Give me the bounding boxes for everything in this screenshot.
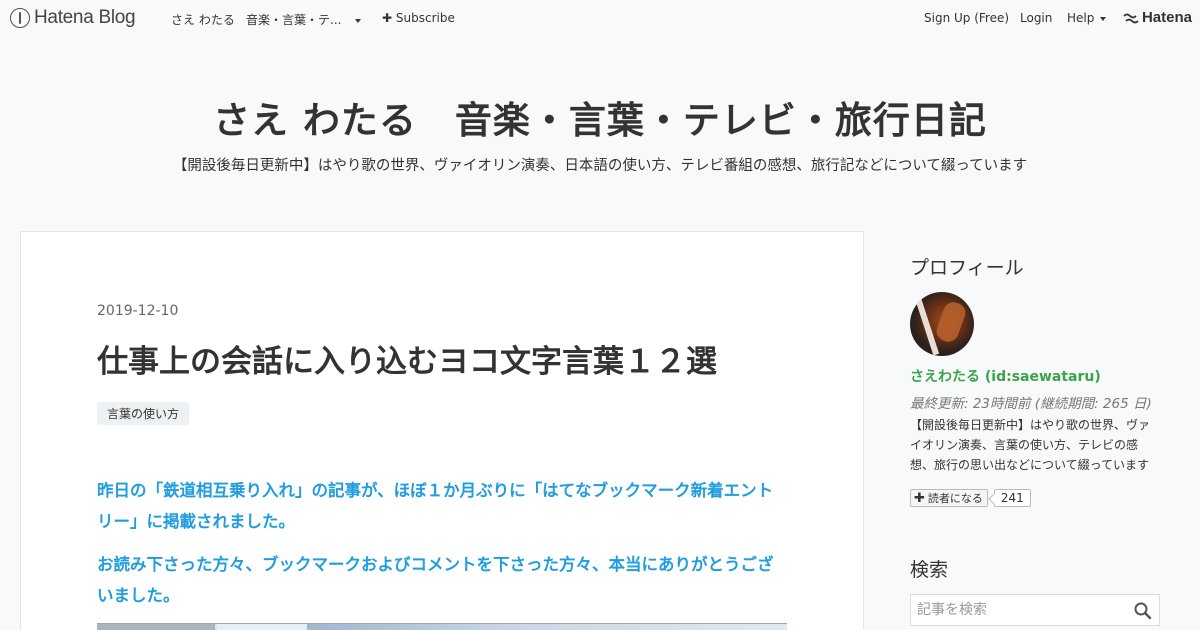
help-menu[interactable]: Help (1067, 11, 1107, 25)
hatena-blog-logo[interactable]: Hatena Blog (10, 7, 136, 29)
search-input[interactable] (911, 595, 1121, 625)
blog-menu-label: 音楽・言葉・テ... (246, 13, 342, 27)
plus-icon: ✚ (382, 11, 393, 25)
category-tag[interactable]: 言葉の使い方 (97, 402, 190, 425)
hatena-logo[interactable]: Hatena (1123, 9, 1192, 26)
hatena-wave-icon (1123, 13, 1139, 23)
search-icon[interactable] (1133, 601, 1153, 621)
signup-link[interactable]: Sign Up (Free) (924, 11, 1009, 25)
chevron-down-icon (1100, 16, 1107, 21)
subscribe-link-label: Subscribe (395, 11, 455, 25)
article-title[interactable]: 仕事上の会話に入り込むヨコ文字言葉１２選 (97, 336, 717, 381)
hatena-blog-logo-text: Hatena Blog (34, 7, 136, 28)
blog-home-link[interactable]: さえ わたる (171, 11, 235, 28)
article-paragraph: お読み下さった方々、ブックマークおよびコメントを下さった方々、本当にありがとうご… (97, 555, 774, 605)
login-link[interactable]: Login (1020, 11, 1052, 25)
chevron-down-icon (355, 18, 362, 23)
subscriber-count[interactable]: 241 (993, 489, 1031, 507)
profile-updated: 最終更新: 23時間前 (継続期間: 265 日) (910, 396, 1152, 412)
search-heading: 検索 (910, 559, 949, 581)
blog-menu-dropdown[interactable]: 音楽・言葉・テ... (246, 11, 362, 28)
plus-icon: ✚ (914, 490, 925, 506)
blog-title[interactable]: さえ わたる 音楽・言葉・テレビ・旅行日記 (0, 90, 1200, 144)
profile-description: 【開設後毎日更新中】はやり歌の世界、ヴァイオリン演奏、言葉の使い方、テレビの感想… (910, 418, 1151, 472)
global-header: Hatena Blog さえ わたる 音楽・言葉・テ... ✚ Subscrib… (0, 0, 1200, 36)
article-card: 2019-12-10 仕事上の会話に入り込むヨコ文字言葉１２選 言葉の使い方 昨… (20, 231, 864, 630)
reader-subscribe: ✚ 読者になる 241 (910, 489, 1031, 507)
subscribe-button[interactable]: ✚ 読者になる (910, 489, 988, 507)
article-image (97, 623, 787, 630)
profile-heading: プロフィール (910, 257, 1024, 279)
article-paragraph: 昨日の「鉄道相互乗り入れ」の記事が、ほぼ１か月ぶりに「はてなブックマーク新着エン… (97, 481, 774, 531)
help-menu-label: Help (1067, 11, 1095, 25)
subscribe-link[interactable]: ✚ Subscribe (382, 11, 455, 25)
blog-description: 【開設後毎日更新中】はやり歌の世界、ヴァイオリン演奏、日本語の使い方、テレビ番組… (172, 158, 1028, 174)
hatena-logo-text: Hatena (1141, 9, 1192, 26)
profile-name-link[interactable]: さえわたる (id:saewataru) (910, 366, 1101, 386)
article-date[interactable]: 2019-12-10 (97, 303, 178, 319)
avatar[interactable] (910, 292, 974, 356)
search-form (910, 594, 1160, 626)
subscribe-button-label: 読者になる (927, 492, 983, 505)
hatena-blog-logo-icon (10, 8, 30, 28)
